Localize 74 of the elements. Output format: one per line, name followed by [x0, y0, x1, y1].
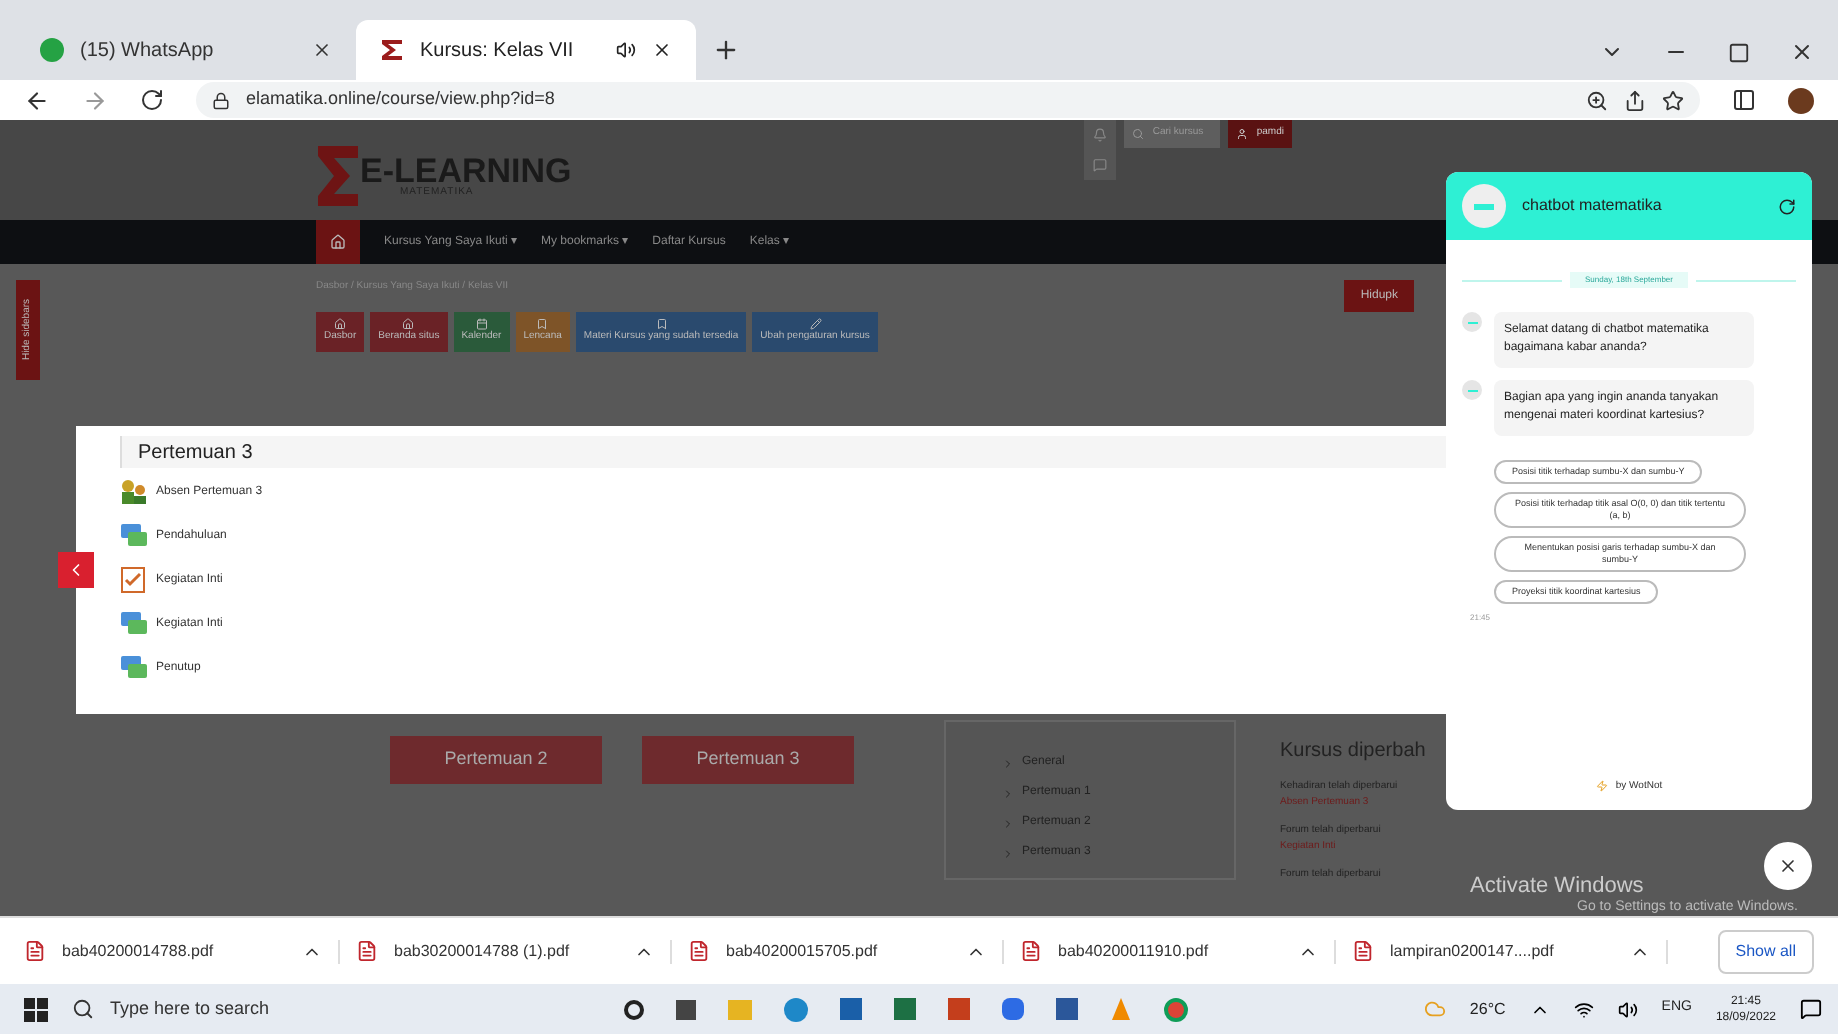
chat-bubbles-icon	[120, 654, 148, 682]
weather-icon	[1423, 998, 1446, 1020]
download-item[interactable]: bab40200011910.pdf	[1020, 939, 1336, 963]
pdf-file-icon	[24, 940, 46, 962]
pdf-file-icon	[356, 940, 378, 962]
button-icon	[809, 317, 822, 330]
home-icon	[330, 234, 346, 250]
checklist-icon	[120, 566, 148, 594]
bookmark-star-icon[interactable]	[1662, 89, 1684, 111]
user-icon	[1236, 128, 1249, 140]
close-icon	[1778, 856, 1798, 876]
pdf-file-icon	[1020, 940, 1042, 962]
forward-icon[interactable]	[82, 87, 108, 113]
speaker-icon	[616, 40, 636, 60]
new-tab-icon[interactable]	[712, 36, 740, 64]
download-item[interactable]: bab40200014788.pdf	[24, 939, 340, 963]
address-field[interactable]: elamatika.online/course/view.php?id=8	[196, 82, 1700, 118]
browser-tab[interactable]: (15) WhatsApp	[16, 20, 356, 80]
section-button[interactable]: Pertemuan 2	[390, 735, 602, 783]
sigma-logo-icon	[316, 144, 360, 208]
download-item[interactable]: lampiran0200147....pdf	[1352, 939, 1668, 963]
side-panel-icon[interactable]	[1732, 88, 1756, 112]
chat-close-button[interactable]	[1764, 842, 1812, 890]
task-view-icon[interactable]	[624, 999, 644, 1019]
chat-bubbles-icon	[120, 610, 148, 638]
reload-icon[interactable]	[140, 88, 164, 112]
sigma-logo-icon	[380, 38, 404, 62]
button-icon	[475, 317, 488, 330]
zoom-icon[interactable]	[1586, 89, 1608, 111]
search-icon	[1132, 128, 1145, 140]
button-icon	[402, 317, 415, 330]
button-icon	[334, 317, 347, 330]
back-icon[interactable]	[24, 87, 50, 113]
button-icon	[536, 317, 549, 330]
speaker-icon[interactable]	[1617, 999, 1638, 1019]
bot-avatar	[1462, 184, 1506, 228]
chevron-right-icon	[1002, 757, 1014, 769]
bot-avatar	[1462, 380, 1482, 400]
chatbot-title: chatbot matematika	[1522, 194, 1664, 218]
lock-icon	[212, 91, 230, 109]
temperature: 26°C	[1469, 997, 1506, 1021]
show-all-button[interactable]: Show all	[1717, 929, 1814, 973]
refresh-icon[interactable]	[1778, 197, 1796, 215]
wifi-icon[interactable]	[1573, 999, 1594, 1019]
pdf-file-icon	[1352, 940, 1374, 962]
download-item[interactable]: bab30200014788 (1).pdf	[356, 939, 672, 963]
taskbar-search-field[interactable]: Type here to search	[72, 995, 552, 1023]
notification-icon[interactable]	[1800, 998, 1822, 1020]
chat-bubbles-icon	[120, 522, 148, 550]
tab-title: Kursus: Kelas VII	[420, 37, 576, 65]
pdf-file-icon	[688, 940, 710, 962]
chevron-right-icon	[1002, 787, 1014, 799]
profile-avatar[interactable]	[1788, 87, 1814, 113]
download-item[interactable]: bab40200015705.pdf	[688, 939, 1004, 963]
bot-avatar	[1462, 312, 1482, 332]
windows-logo-icon[interactable]	[24, 997, 48, 1021]
close-icon[interactable]	[652, 40, 672, 60]
chevron-right-icon	[1002, 847, 1014, 859]
home-nav-button[interactable]	[316, 220, 360, 264]
chevron-right-icon	[1002, 817, 1014, 829]
search-icon	[72, 998, 94, 1020]
modal-title: Pertemuan 3	[138, 439, 253, 467]
lightning-icon	[1595, 780, 1608, 793]
close-icon[interactable]	[1790, 40, 1814, 64]
close-icon[interactable]	[312, 40, 332, 60]
maximize-icon[interactable]	[1728, 41, 1750, 63]
section-button[interactable]: Pertemuan 3	[642, 735, 854, 783]
share-icon[interactable]	[1624, 89, 1646, 111]
people-icon	[120, 478, 148, 506]
browser-tab[interactable]: Kursus: Kelas VII	[356, 20, 696, 80]
activation-title: Activate Windows	[1470, 874, 1644, 898]
url-text: elamatika.online/course/view.php?id=8	[246, 86, 555, 113]
button-icon	[655, 317, 668, 330]
tab-title: (15) WhatsApp	[80, 37, 216, 65]
